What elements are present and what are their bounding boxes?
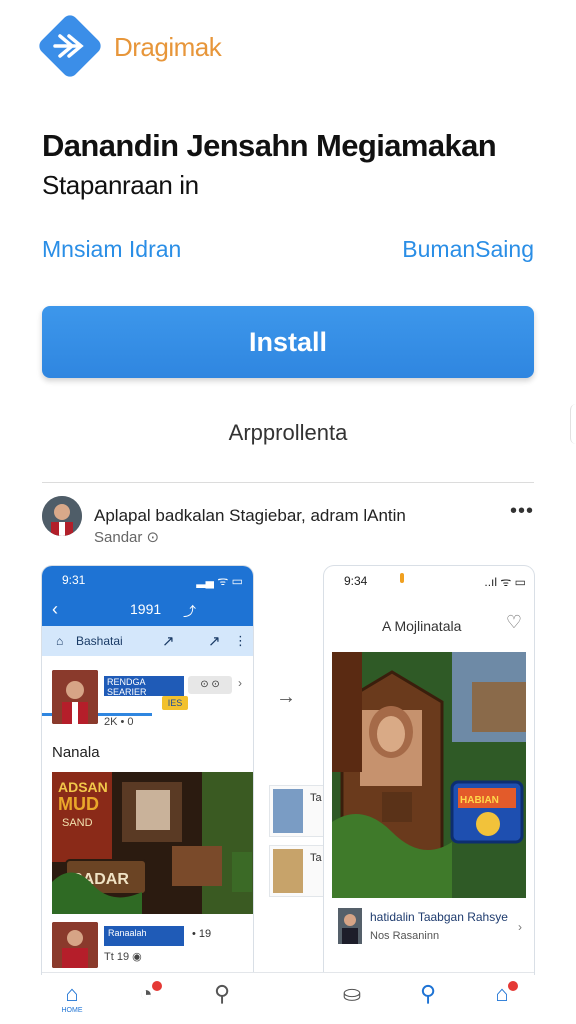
svg-text:MUD: MUD bbox=[58, 794, 99, 814]
poster-image[interactable]: ADSAN MUD SAND SADAR bbox=[52, 772, 253, 914]
list-item[interactable]: RENDGA SEARIER ⊙ ⊙ IES › 2K • 0 bbox=[52, 670, 242, 730]
caption-subtitle: Nos Rasaninn bbox=[370, 930, 440, 942]
thumbnail-image bbox=[52, 922, 98, 968]
search-icon: ⚲ bbox=[419, 981, 437, 1006]
screen-title: A Mojlinatala bbox=[382, 618, 462, 634]
svg-text:SAND: SAND bbox=[62, 817, 93, 829]
app-title: Danandin Jensahn Megiamakan bbox=[42, 128, 497, 163]
back-arrow-icon[interactable]: ‹ bbox=[52, 599, 58, 620]
status-bar: 9:31 ▂▄ ᯤ ▭ bbox=[42, 566, 253, 594]
tab-home-label: HOME bbox=[61, 1007, 83, 1014]
caption-avatar[interactable] bbox=[338, 908, 362, 944]
profile-icon: ⛀ bbox=[342, 981, 362, 1006]
brand-name: Dragimak bbox=[114, 32, 222, 62]
home-icon[interactable]: ⌂ bbox=[56, 634, 63, 648]
tab-profile[interactable]: ⛀ bbox=[332, 981, 372, 1021]
more-options-icon[interactable]: ••• bbox=[510, 500, 534, 523]
item-tag: Ranaalah bbox=[104, 926, 184, 946]
app-header: Dragimak bbox=[0, 0, 576, 100]
sub-tab-bar: ⌂ Bashatai ↗ ↗ ⋮ bbox=[42, 626, 253, 716]
svg-text:ADSAN: ADSAN bbox=[58, 779, 108, 795]
bottom-tab-bar: ⌂ HOME ◔ ⚲ ⛀ ⚲ ⌂ bbox=[42, 972, 534, 1024]
item-pill: ⊙ ⊙ bbox=[188, 676, 232, 694]
nav-bar: ‹ 1991 ⤴ bbox=[42, 594, 253, 626]
tab-search[interactable]: ⚲ bbox=[202, 981, 242, 1021]
category-link[interactable]: BumanSaing bbox=[402, 236, 534, 263]
mini-card[interactable]: Ta bbox=[270, 846, 326, 896]
item-tag: RENDGA SEARIER bbox=[104, 676, 184, 697]
heart-icon[interactable]: ♡ bbox=[506, 612, 522, 633]
item-count: • 19 bbox=[192, 928, 212, 940]
developer-link[interactable]: Mnsiam Idran bbox=[42, 236, 181, 263]
forward-icon[interactable]: ↗ bbox=[208, 632, 221, 650]
search-icon: ⚲ bbox=[213, 981, 231, 1006]
chevron-right-icon[interactable]: › bbox=[518, 920, 522, 934]
nav-share-icon[interactable]: ⤴ bbox=[183, 601, 196, 620]
divider bbox=[42, 482, 534, 483]
item-badge: IES bbox=[162, 696, 188, 710]
tab-search-2[interactable]: ⚲ bbox=[408, 981, 448, 1021]
mini-thumbnail bbox=[273, 849, 303, 893]
signal-battery-icon: ..ıl ᯤ ▭ bbox=[484, 575, 526, 589]
item-meta: 2K • 0 bbox=[104, 716, 134, 728]
app-meta-text: Arpprollenta bbox=[228, 420, 348, 445]
arrow-right-icon: → bbox=[276, 686, 296, 708]
home-icon: ⌂ bbox=[65, 981, 79, 1006]
list-item[interactable]: Ranaalah • 19 Tt 19 ◉ bbox=[52, 922, 242, 972]
tab-label[interactable]: Bashatai bbox=[76, 634, 123, 648]
thumbnail-image bbox=[52, 670, 98, 724]
inbox-icon: ⌂ bbox=[495, 981, 509, 1006]
tab-home[interactable]: ⌂ HOME bbox=[52, 981, 92, 1021]
section-heading: Nanala bbox=[52, 744, 100, 761]
notification-dot bbox=[152, 981, 162, 991]
notification-dot bbox=[508, 981, 518, 991]
nav-title: 1991 bbox=[130, 601, 162, 617]
mini-card-text: Ta bbox=[310, 852, 322, 864]
signal-battery-icon: ▂▄ ᯤ ▭ bbox=[196, 574, 243, 588]
tab-notifications[interactable]: ◔ bbox=[126, 981, 166, 1021]
more-vertical-icon[interactable]: ⋮ bbox=[234, 633, 247, 649]
avatar-person-icon bbox=[42, 496, 82, 536]
mini-thumbnail bbox=[273, 789, 303, 833]
item-meta: Tt 19 ◉ bbox=[104, 951, 142, 963]
app-logo-icon bbox=[39, 15, 101, 77]
install-button[interactable]: Install bbox=[42, 306, 534, 378]
mini-card-text: Ta bbox=[310, 792, 322, 804]
screenshot-left[interactable]: 9:31 ▂▄ ᯤ ▭ ‹ 1991 ⤴ ⌂ Bashatai ↗ ↗ ⋮ RE… bbox=[42, 566, 253, 974]
post-subtitle: Sandar ⊙ bbox=[94, 529, 160, 546]
avatar[interactable] bbox=[42, 496, 82, 536]
chevron-right-icon[interactable]: › bbox=[238, 676, 242, 690]
status-time: 9:31 bbox=[62, 573, 86, 587]
notifications-icon: ◔ bbox=[139, 981, 153, 1006]
app-subtitle: Stapanraan in bbox=[42, 170, 199, 200]
share-icon[interactable]: ↗ bbox=[162, 632, 175, 650]
caption-title: hatidalin Taabgan Rahsye bbox=[370, 910, 508, 924]
status-time: 9:34 bbox=[344, 574, 368, 588]
artwork-image[interactable]: HABIAN bbox=[332, 652, 526, 898]
mini-card[interactable]: Ta bbox=[270, 786, 326, 836]
scroll-indicator[interactable] bbox=[570, 404, 576, 444]
tab-inbox[interactable]: ⌂ bbox=[482, 981, 522, 1021]
status-dot bbox=[400, 573, 404, 583]
screenshot-right[interactable]: 9:34 ..ıl ᯤ ▭ A Mojlinatala ♡ HABIAN hat… bbox=[324, 566, 534, 974]
post-title: Aplapal badkalan Stagiebar, adram lAntin bbox=[94, 506, 406, 525]
svg-text:HABIAN: HABIAN bbox=[460, 795, 499, 806]
